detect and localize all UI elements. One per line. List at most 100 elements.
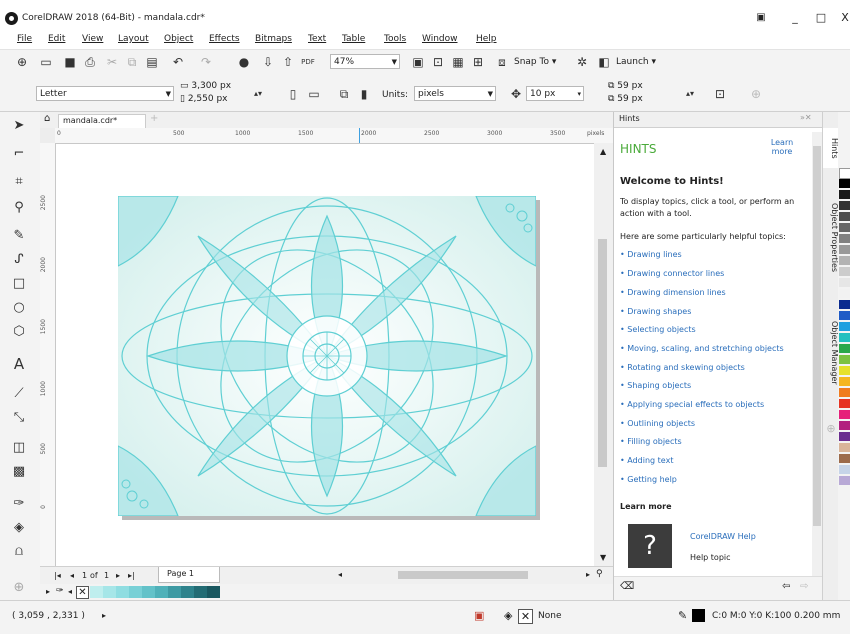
units-combo[interactable]: pixels ▼ bbox=[414, 86, 496, 101]
palette-swatch[interactable] bbox=[839, 190, 850, 199]
palette-swatch[interactable] bbox=[839, 289, 850, 298]
export-icon[interactable]: ⇧ bbox=[280, 54, 296, 70]
scroll-up-icon[interactable]: ▲ bbox=[600, 147, 606, 156]
tab-hints[interactable]: Hints bbox=[823, 128, 839, 168]
vertical-scrollbar[interactable]: ▲ ▼ bbox=[594, 143, 613, 566]
landscape-icon[interactable]: ▭ bbox=[306, 86, 322, 102]
menu-edit[interactable]: Edit bbox=[48, 34, 65, 44]
publish-pdf-icon[interactable]: PDF bbox=[300, 54, 316, 70]
document-palette-swatch[interactable] bbox=[90, 586, 103, 598]
current-page-icon[interactable]: ▮ bbox=[356, 86, 372, 102]
docker-collapse-icon[interactable]: »✕ bbox=[800, 113, 812, 122]
menu-file[interactable]: File bbox=[17, 34, 32, 44]
hint-link-dimension-lines[interactable]: • Drawing dimension lines bbox=[620, 288, 726, 297]
open-folder-icon[interactable]: ▭ bbox=[38, 54, 54, 70]
learn-more-link-top[interactable]: Learn more bbox=[764, 138, 800, 156]
paste-icon[interactable]: ▤ bbox=[144, 54, 160, 70]
page-size-spinner[interactable]: ▴▾ bbox=[250, 86, 266, 102]
text-tool-icon[interactable]: A bbox=[8, 354, 30, 374]
document-palette-swatch[interactable] bbox=[168, 586, 181, 598]
welcome-home-icon[interactable]: ⌂ bbox=[44, 113, 50, 124]
treat-as-filled-icon[interactable]: ⊡ bbox=[712, 86, 728, 102]
shape-tool-icon[interactable]: ⌐ bbox=[8, 144, 30, 164]
portrait-icon[interactable]: ▯ bbox=[285, 86, 301, 102]
scroll-right-icon[interactable]: ▸ bbox=[586, 570, 590, 579]
scroll-down-icon[interactable]: ▼ bbox=[600, 553, 606, 562]
pick-tool-icon[interactable]: ➤ bbox=[8, 116, 30, 136]
new-document-icon[interactable]: ⊕ bbox=[14, 54, 30, 70]
document-palette-swatch[interactable] bbox=[194, 586, 207, 598]
tab-object-properties[interactable]: Object Properties bbox=[823, 188, 839, 288]
page-width-field[interactable]: ▭ 3,300 px bbox=[180, 81, 231, 91]
duplicate-distance-spinner[interactable]: ▴▾ bbox=[682, 86, 698, 102]
horizontal-scroll-thumb[interactable] bbox=[398, 571, 528, 579]
palette-swatch[interactable] bbox=[839, 388, 850, 397]
palette-scroll-left-icon[interactable]: ◂ bbox=[68, 587, 72, 596]
menu-view[interactable]: View bbox=[82, 34, 103, 44]
palette-swatch[interactable] bbox=[839, 278, 850, 287]
menu-layout[interactable]: Layout bbox=[118, 34, 149, 44]
next-page-icon[interactable]: ▸ bbox=[116, 571, 120, 580]
hint-link-shaping-objects[interactable]: • Shaping objects bbox=[620, 381, 691, 390]
palette-swatch[interactable] bbox=[839, 322, 850, 331]
import-icon[interactable]: ⇩ bbox=[260, 54, 276, 70]
show-rulers-icon[interactable]: ⊡ bbox=[430, 54, 446, 70]
copy-icon[interactable]: ⧉ bbox=[124, 54, 140, 70]
zoom-tool-icon[interactable]: ⚲ bbox=[8, 198, 30, 218]
snap-to-dropdown[interactable]: Snap To ▾ bbox=[514, 57, 556, 67]
save-icon[interactable]: ■ bbox=[62, 54, 78, 70]
launch-dropdown[interactable]: Launch ▾ bbox=[616, 57, 656, 67]
document-palette-swatch[interactable] bbox=[103, 586, 116, 598]
palette-swatch[interactable] bbox=[839, 465, 850, 474]
palette-swatch[interactable] bbox=[839, 421, 850, 430]
smart-fill-tool-icon[interactable]: ⩍ bbox=[8, 542, 30, 562]
restore-view-icon[interactable]: ▣ bbox=[752, 10, 770, 26]
redo-icon[interactable]: ↷ bbox=[198, 54, 214, 70]
menu-window[interactable]: Window bbox=[422, 34, 458, 44]
minimize-button[interactable]: _ bbox=[786, 10, 804, 26]
palette-swatch[interactable] bbox=[839, 432, 850, 441]
ruler-origin[interactable] bbox=[40, 128, 55, 143]
document-palette-swatch[interactable] bbox=[142, 586, 155, 598]
hint-link-rotating-objects[interactable]: • Rotating and skewing objects bbox=[620, 363, 745, 372]
back-arrow-icon[interactable]: ⇦ bbox=[782, 581, 790, 592]
duplicate-distance-x-field[interactable]: ⧉ 59 px bbox=[608, 81, 643, 91]
launch-app-icon[interactable]: ◧ bbox=[596, 54, 612, 70]
palette-swatch[interactable] bbox=[839, 355, 850, 364]
menu-tools[interactable]: Tools bbox=[384, 34, 406, 44]
page-tab[interactable]: Page 1 bbox=[158, 567, 220, 583]
add-preset-icon[interactable]: ⊕ bbox=[748, 86, 764, 102]
show-guidelines-icon[interactable]: ⊞ bbox=[470, 54, 486, 70]
tab-object-manager[interactable]: Object Manager bbox=[823, 308, 839, 398]
eyedropper-tool-icon[interactable]: ✑ bbox=[8, 494, 30, 514]
menu-table[interactable]: Table bbox=[342, 34, 365, 44]
palette-swatch[interactable] bbox=[839, 366, 850, 375]
show-grid-icon[interactable]: ▦ bbox=[450, 54, 466, 70]
undo-icon[interactable]: ↶ bbox=[170, 54, 186, 70]
ellipse-tool-icon[interactable]: ○ bbox=[8, 298, 30, 318]
trash-icon[interactable]: ⌫ bbox=[620, 581, 634, 592]
palette-swatch[interactable] bbox=[839, 201, 850, 210]
color-proof-icon[interactable]: ▣ bbox=[474, 609, 484, 622]
duplicate-distance-y-field[interactable]: ⧉ 59 px bbox=[608, 94, 643, 104]
navigator-zoom-icon[interactable]: ⚲ bbox=[596, 569, 603, 579]
freehand-tool-icon[interactable]: ✎ bbox=[8, 226, 30, 246]
menu-bitmaps[interactable]: Bitmaps bbox=[255, 34, 292, 44]
maximize-button[interactable]: □ bbox=[812, 10, 830, 26]
palette-swatch[interactable] bbox=[839, 443, 850, 452]
palette-menu-icon[interactable]: ▸ bbox=[46, 587, 50, 596]
hint-link-connector-lines[interactable]: • Drawing connector lines bbox=[620, 269, 724, 278]
document-palette-swatch[interactable] bbox=[155, 586, 168, 598]
crop-tool-icon[interactable]: ⌗ bbox=[8, 172, 30, 192]
status-menu-icon[interactable]: ▸ bbox=[102, 611, 106, 620]
drawing-page[interactable] bbox=[118, 196, 536, 516]
zoom-level-combo[interactable]: 47% ▼ bbox=[330, 54, 400, 69]
parallel-dimension-tool-icon[interactable]: ⟋ bbox=[8, 384, 30, 404]
transparency-tool-icon[interactable]: ▩ bbox=[8, 462, 30, 482]
outline-color-swatch[interactable] bbox=[692, 609, 705, 622]
drop-shadow-tool-icon[interactable]: ◫ bbox=[8, 438, 30, 458]
palette-swatch[interactable] bbox=[839, 168, 850, 179]
palette-swatch[interactable] bbox=[839, 300, 850, 309]
menu-effects[interactable]: Effects bbox=[209, 34, 240, 44]
document-palette-swatch[interactable] bbox=[181, 586, 194, 598]
